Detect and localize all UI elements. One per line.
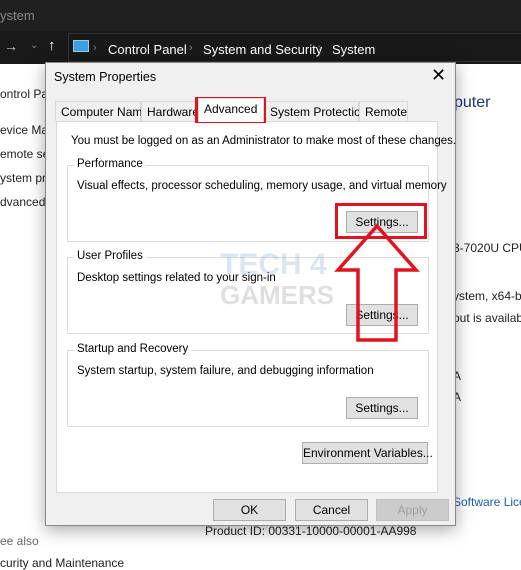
watermark-logo: TECH 4 GAMERS — [220, 248, 335, 311]
security-maintenance-link[interactable]: curity and Maintenance — [0, 556, 124, 570]
tab-advanced[interactable]: Advanced — [198, 98, 264, 122]
startup-recovery-label: Startup and Recovery — [74, 343, 192, 355]
tab-computer-name[interactable]: Computer Name — [55, 101, 149, 121]
close-icon[interactable]: ✕ — [431, 65, 446, 86]
tab-remote[interactable]: Remote — [359, 101, 408, 121]
product-id: Product ID: 00331-10000-00001-AA998 — [205, 524, 417, 538]
window-titlebar: ystem — [0, 0, 521, 31]
address-field[interactable]: › Control Panel › System and Security › … — [68, 33, 521, 62]
breadcrumb-system-security[interactable]: System and Security — [203, 42, 322, 57]
address-bar: → ⌄ ↑ › Control Panel › System and Secur… — [0, 31, 521, 64]
cancel-button[interactable]: Cancel — [295, 499, 368, 521]
dialog-title: System Properties — [54, 70, 157, 84]
breadcrumb-control-panel[interactable]: Control Panel — [108, 42, 187, 57]
chevron-right-icon: › — [93, 42, 97, 54]
recent-dropdown-icon[interactable]: ⌄ — [30, 40, 38, 51]
forward-icon[interactable]: → — [4, 38, 18, 54]
apply-button: Apply — [376, 499, 449, 521]
sidebar-remote-settings[interactable]: emote se — [0, 147, 49, 161]
tab-system-protection[interactable]: System Protection — [264, 101, 367, 121]
performance-label: Performance — [74, 158, 146, 170]
chevron-right-icon: › — [189, 42, 193, 54]
sidebar-advanced[interactable]: dvanced — [0, 195, 45, 209]
sidebar-system-protection[interactable]: ystem pr — [0, 171, 46, 185]
pen-touch-value: put is availab — [453, 311, 521, 325]
computer-icon — [73, 40, 89, 52]
see-also-label: ee also — [0, 534, 39, 548]
ok-button[interactable]: OK — [213, 499, 286, 521]
chevron-right-icon: › — [318, 42, 322, 54]
performance-description: Visual effects, processor scheduling, me… — [77, 180, 447, 192]
startup-recovery-description: System startup, system failure, and debu… — [77, 365, 374, 377]
sidebar-device-manager[interactable]: evice Ma — [0, 123, 48, 137]
system-type-value: ystem, x64-ba — [453, 289, 521, 303]
arrow-up-icon — [334, 223, 420, 342]
admin-note: You must be logged on as an Administrato… — [71, 135, 457, 147]
startup-recovery-group: Startup and Recovery System startup, sys… — [67, 343, 429, 427]
startup-recovery-settings-button[interactable]: Settings... — [346, 397, 418, 419]
up-icon[interactable]: ↑ — [48, 37, 56, 54]
tab-hardware[interactable]: Hardware — [141, 101, 199, 121]
user-profiles-label: User Profiles — [74, 250, 146, 262]
window-title: ystem — [0, 8, 35, 23]
breadcrumb-system[interactable]: System — [332, 42, 375, 57]
software-license-link[interactable]: Software Lice — [453, 495, 521, 509]
processor-value: 3-7020U CPU — [453, 241, 521, 255]
sidebar-control-panel-home[interactable]: ontrol Pa — [0, 87, 48, 101]
environment-variables-button[interactable]: Environment Variables... — [302, 442, 433, 464]
page-heading: puter — [454, 94, 491, 111]
